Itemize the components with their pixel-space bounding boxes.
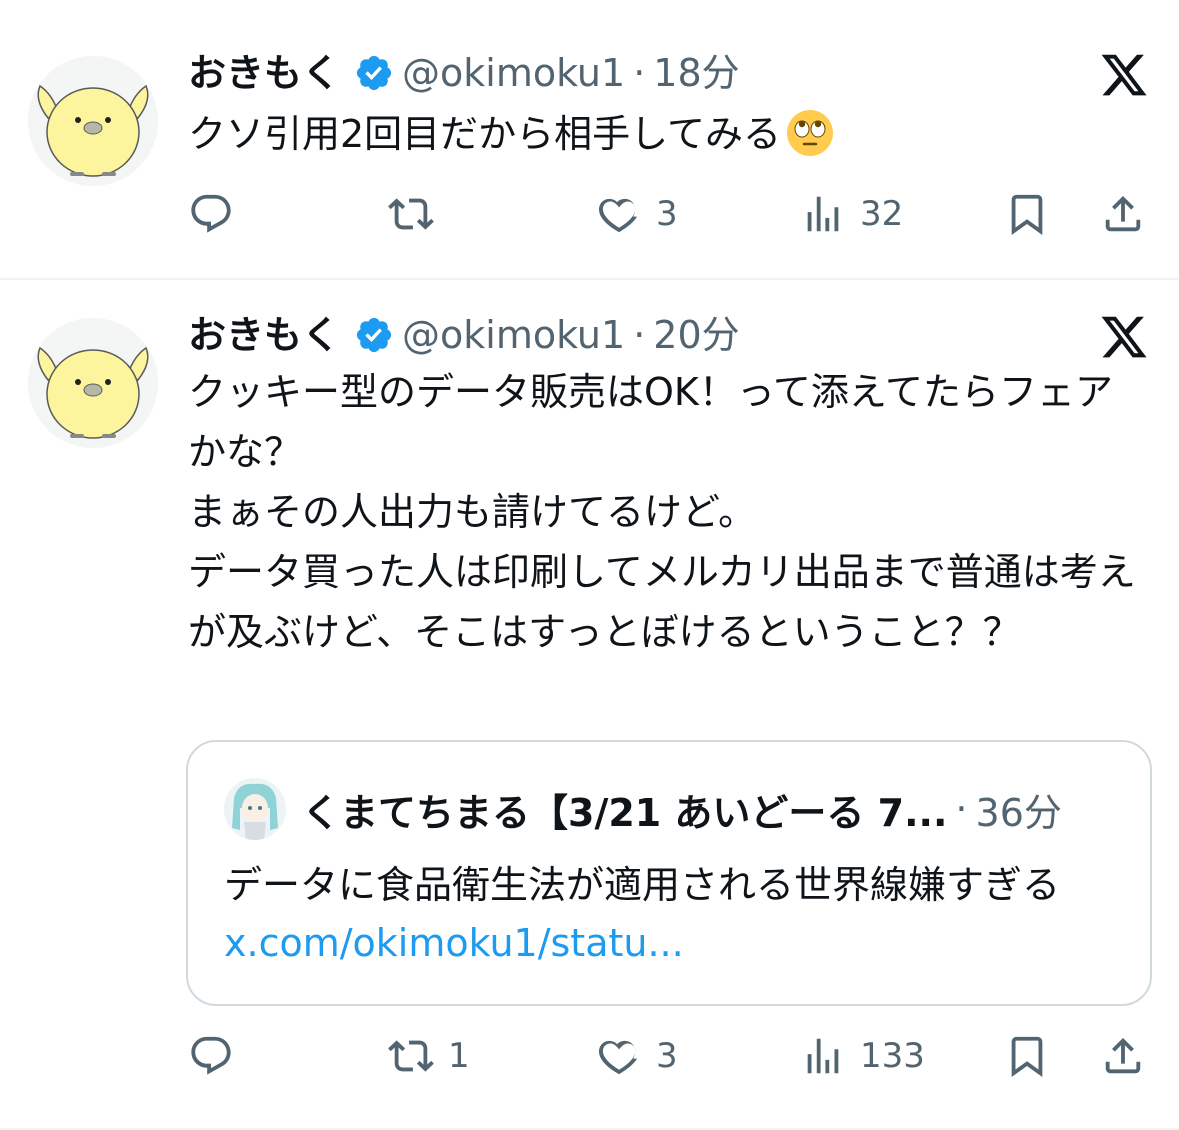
share-icon <box>1105 195 1141 232</box>
quoted-tweet-header: くまてちまる【3/21 あいどーる 7... · 36分 <box>224 778 1062 840</box>
author-name[interactable]: おきもく <box>188 48 340 98</box>
share-button[interactable] <box>1100 1026 1146 1086</box>
quoted-author-avatar[interactable] <box>224 778 286 840</box>
verified-badge-icon <box>354 53 394 93</box>
views-button[interactable]: 133 <box>800 1026 925 1086</box>
bookmark-button[interactable] <box>1004 1026 1050 1086</box>
like-count: 3 <box>656 194 678 234</box>
avatar-chick[interactable] <box>28 56 158 186</box>
quoted-author-name[interactable]: くまてちまる【3/21 あいどーる 7... <box>302 782 947 837</box>
reply-button[interactable] <box>188 1026 234 1086</box>
retweet-count: 1 <box>448 1036 470 1076</box>
views-count: 133 <box>860 1036 925 1076</box>
bookmark-icon <box>1011 194 1043 235</box>
tweet-text: クッキー型のデータ販売はOK！って添えてたらフェアかな？ まぁその人出力も請けて… <box>188 370 1136 654</box>
timestamp[interactable]: 18分 <box>653 48 739 98</box>
views-icon <box>807 196 839 232</box>
verified-badge-icon <box>354 315 394 355</box>
like-button[interactable]: 3 <box>596 184 678 244</box>
retweet-button[interactable]: 1 <box>388 1026 470 1086</box>
author-name[interactable]: おきもく <box>188 310 340 360</box>
x-logo-icon[interactable] <box>1099 312 1149 362</box>
views-button[interactable]: 32 <box>800 184 903 244</box>
bookmark-icon <box>1011 1036 1043 1077</box>
like-icon <box>598 198 637 233</box>
x-logo-icon[interactable] <box>1099 50 1149 100</box>
views-count: 32 <box>860 194 904 234</box>
tweet-actions: 1 3 133 <box>188 1026 1148 1086</box>
author-handle[interactable]: @okimoku1 <box>402 310 625 360</box>
tweet-1[interactable]: おきもく @okimoku1 · 18分 クソ引用2回目だから相手してみる 3 … <box>0 0 1179 280</box>
chick-avatar-image <box>28 318 158 448</box>
author-handle[interactable]: @okimoku1 <box>402 48 625 98</box>
like-count: 3 <box>656 1036 678 1076</box>
chick-avatar-image <box>28 56 158 186</box>
tweet-header: おきもく @okimoku1 · 18分 <box>188 48 740 98</box>
views-icon <box>807 1038 839 1074</box>
tweet-text-content: クソ引用2回目だから相手してみる <box>188 112 782 156</box>
tweet-header: おきもく @okimoku1 · 20分 <box>188 310 740 360</box>
share-icon <box>1105 1037 1141 1074</box>
separator-dot: · <box>633 313 646 357</box>
timestamp[interactable]: 20分 <box>653 310 739 360</box>
bookmark-button[interactable] <box>1004 184 1050 244</box>
rolling-eyes-emoji-icon <box>785 108 835 158</box>
quoted-tweet[interactable]: くまてちまる【3/21 あいどーる 7... · 36分 データに食品衛生法が適… <box>186 740 1152 1006</box>
retweet-icon <box>388 1040 434 1072</box>
reply-icon <box>191 194 231 233</box>
tweet-2[interactable]: おきもく @okimoku1 · 20分 クッキー型のデータ販売はOK！って添え… <box>0 280 1179 1130</box>
tweet-text: クソ引用2回目だから相手してみる <box>188 104 1148 164</box>
tweet-actions: 3 32 <box>188 184 1148 244</box>
retweet-button[interactable] <box>388 184 448 244</box>
anime-character-avatar-image <box>224 778 286 840</box>
reply-icon <box>191 1036 231 1075</box>
separator-dot: · <box>633 51 646 95</box>
quoted-text-content: データに食品衛生法が適用される世界線嫌すぎる <box>224 863 1061 907</box>
separator-dot: · <box>955 787 968 831</box>
like-button[interactable]: 3 <box>596 1026 678 1086</box>
reply-button[interactable] <box>188 184 234 244</box>
quoted-tweet-link[interactable]: x.com/okimoku1/statu... <box>224 921 684 965</box>
quoted-tweet-text: データに食品衛生法が適用される世界線嫌すぎる x.com/okimoku1/st… <box>224 856 1124 972</box>
share-button[interactable] <box>1100 184 1146 244</box>
retweet-icon <box>388 198 434 230</box>
like-icon <box>598 1040 637 1075</box>
quoted-timestamp[interactable]: 36分 <box>976 782 1062 837</box>
avatar-chick[interactable] <box>28 318 158 448</box>
